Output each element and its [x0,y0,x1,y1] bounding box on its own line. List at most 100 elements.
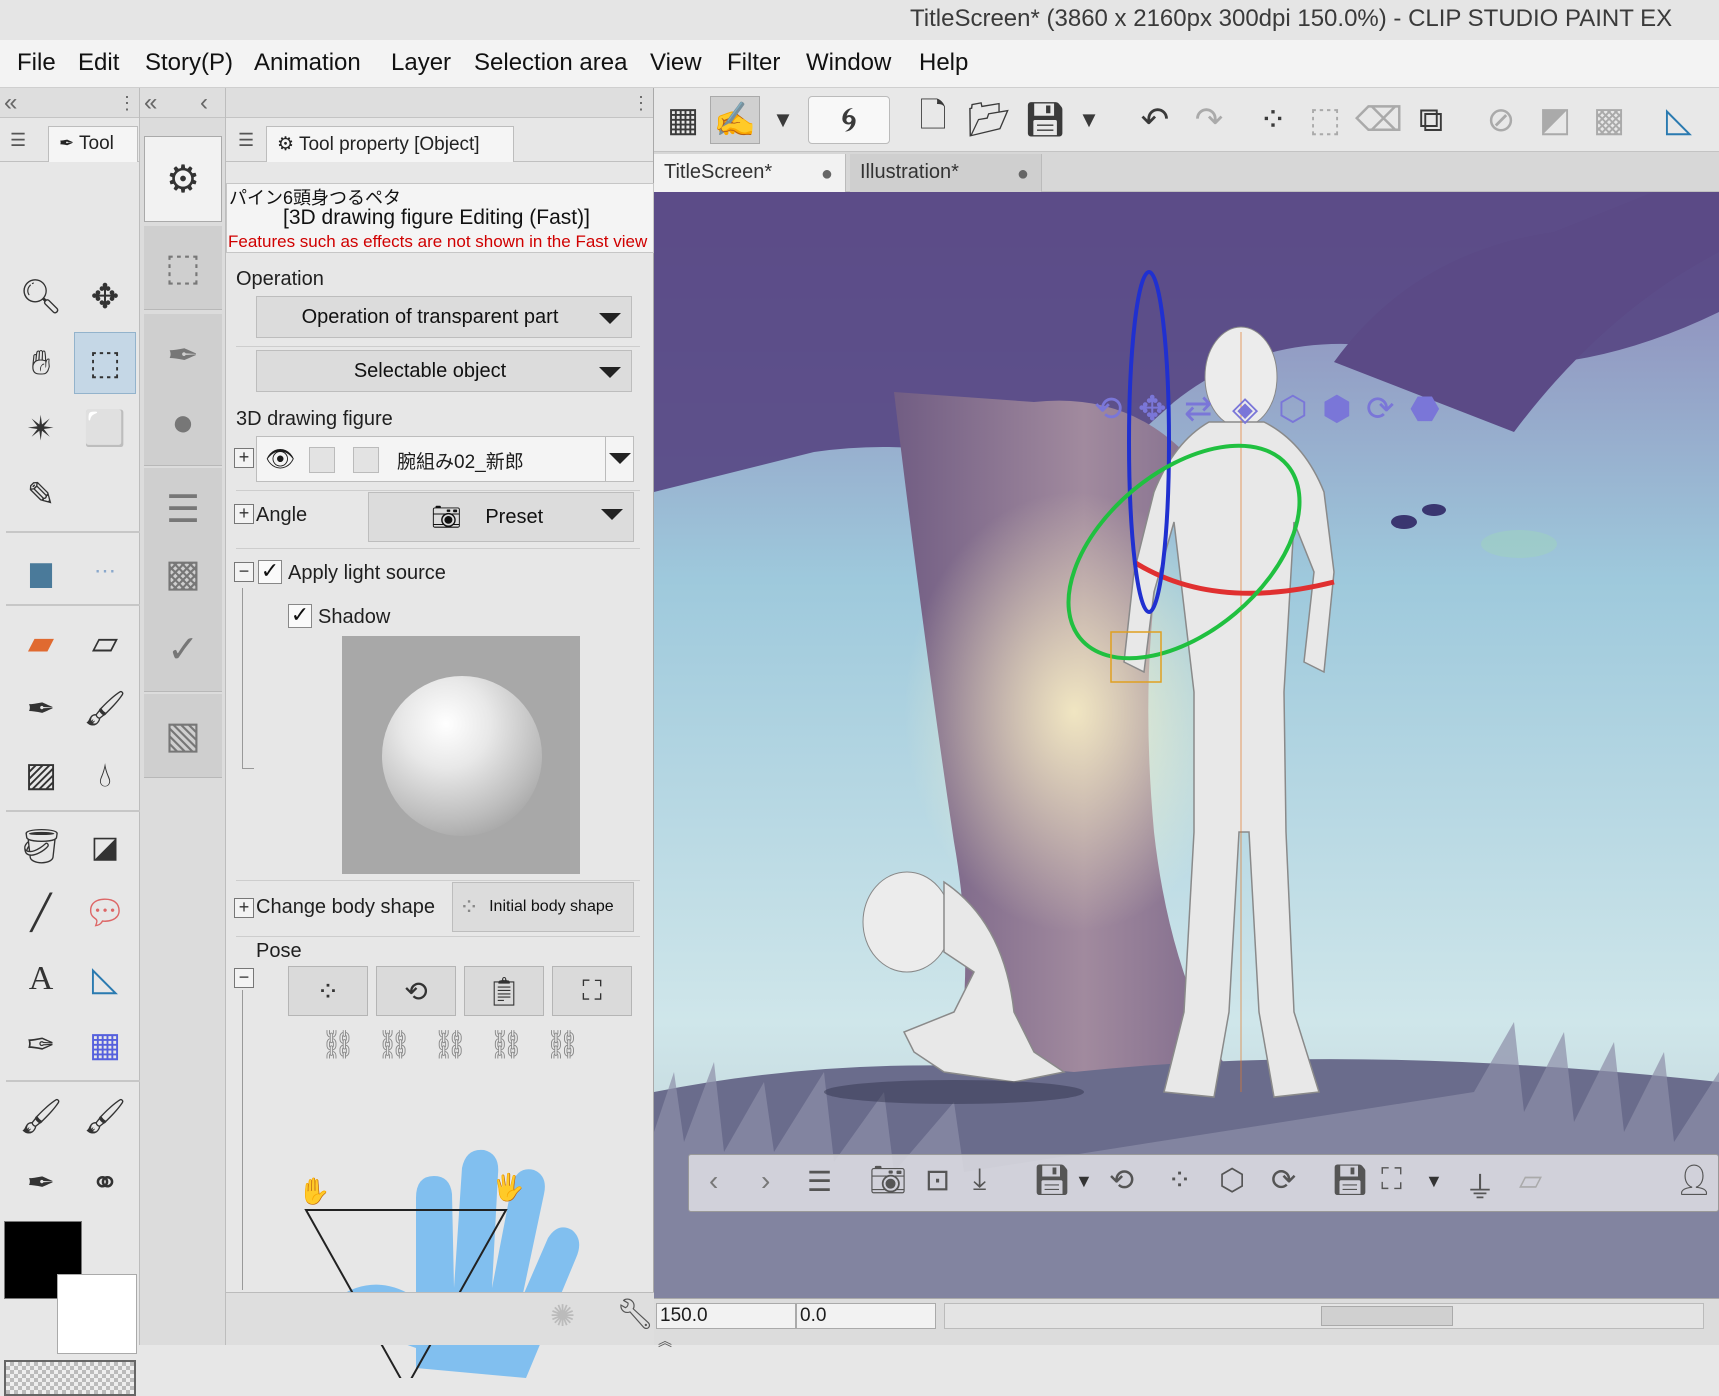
chevron-left-icon[interactable]: ‹ [709,1165,718,1197]
correct-line-tool-icon[interactable]: ✑ [10,1014,72,1076]
menu-file[interactable]: File [17,49,56,77]
transparent-color-swatch[interactable] [4,1360,136,1396]
tab-titlescreen[interactable]: TitleScreen* ● [654,154,846,192]
ground-icon[interactable]: ⤓ [973,1163,986,1197]
spiral-icon[interactable]: 🌀︎ [808,96,890,144]
undo-icon[interactable]: ↶ [1130,96,1180,144]
figure-register-icon[interactable]: ⛶ [1381,1163,1402,1197]
save-figure-icon[interactable]: 💾︎ [1033,1163,1071,1198]
expand-angle-button[interactable]: + [234,504,254,524]
light-direction-preview[interactable] [342,636,580,874]
selectable-object-dropdown[interactable]: Selectable object [256,350,632,392]
shadow-checkbox[interactable]: ✓ [288,604,312,628]
eraser-tool-icon[interactable]: ▰ [10,612,72,674]
redo-icon[interactable]: ↷ [1184,96,1234,144]
link-icon[interactable]: ⛓ [544,1028,580,1068]
flip-icon[interactable]: ⟲ [1109,1163,1134,1198]
menu-selection-area[interactable]: Selection area [474,49,627,77]
spread-hand-icon[interactable]: 🖐 [492,1171,524,1204]
grid-icon[interactable]: ▩ [144,532,222,616]
fit-icon[interactable]: ⊡ [925,1163,950,1198]
operation-dropdown[interactable]: Operation of transparent part [256,296,632,338]
decoration-tool-icon[interactable]: ▨ [10,744,72,806]
link-icon[interactable]: ⛓ [320,1028,356,1068]
hand-tool-icon[interactable]: ✋︎ [10,332,72,394]
clipboard-pose-button[interactable]: 📋︎ [464,966,544,1016]
open-hand-icon[interactable]: ✋ [298,1176,330,1206]
expand-figure-button[interactable]: + [234,448,254,468]
flip-pose-button[interactable]: ⟲ [376,966,456,1016]
close-dot-icon[interactable]: ● [1017,163,1029,186]
ruler-icon[interactable]: ◺ [1654,96,1704,144]
register-figure-icon[interactable]: 💾︎ [1331,1163,1369,1198]
reset-dots-icon[interactable]: ⁘ [1167,1163,1192,1198]
object-list-icon[interactable]: ⬚ [144,226,222,310]
clip-studio-icon[interactable]: ✍ [710,96,760,144]
tab-tool[interactable]: ✒ Tool [48,126,138,162]
collapse-left-icon[interactable]: « [144,89,157,117]
expand-body-shape-button[interactable]: + [234,898,254,918]
register-pose-button[interactable]: ⛶ [552,966,632,1016]
collapse-pose-button[interactable]: − [234,968,254,988]
eraser-icon[interactable]: ⌫ [1354,96,1404,144]
fill-tool-icon[interactable]: 🪣︎ [10,816,72,878]
lock-toggle[interactable] [309,447,335,473]
menu-animation[interactable]: Animation [254,49,361,77]
rotate-icon[interactable]: ⟳ [1271,1163,1296,1198]
blend-mode-icon[interactable]: ⚭ [74,1152,136,1214]
link-icon[interactable]: ⛓ [488,1028,524,1068]
open-folder-icon[interactable]: 📂︎ [964,96,1014,144]
link-icon[interactable]: ⛓ [376,1028,412,1068]
menu-story[interactable]: Story(P) [145,49,233,77]
check-icon[interactable]: ✓ [144,608,222,692]
image-icon[interactable]: ▧ [144,694,222,778]
wrench-icon[interactable]: 🔧︎ [616,1297,654,1332]
scrollbar-thumb[interactable] [1321,1306,1453,1326]
pen-tool-icon[interactable]: ✒ [10,678,72,740]
tab-tool-property[interactable]: ⚙ Tool property [Object] [266,126,514,162]
chevron-right-icon[interactable]: › [761,1165,770,1197]
grid-view-icon[interactable]: ▦ [658,96,708,144]
chevron-up-icon[interactable]: ︽ [658,1331,672,1351]
dots-icon[interactable]: ⁘ [1248,96,1298,144]
color-brush-tool-icon[interactable]: 🖌︎ [10,1086,72,1148]
menu-help[interactable]: Help [919,49,968,77]
collapse-left-icon[interactable]: « [4,89,17,117]
chevron-down-icon[interactable]: ▼ [1425,1171,1443,1192]
list-icon[interactable]: ☰ [807,1165,832,1198]
gradient-tool-icon[interactable]: ◪ [74,816,136,878]
tab-illustration[interactable]: Illustration* ● [850,154,1042,192]
eye-icon[interactable]: 👁︎ [265,445,295,474]
illustration-canvas[interactable]: ⟲ ✥ ⇄ ◈ ⬡ ⬢ ⟳ ⬣ ‹ › ☰ 📷︎ ⊡ ⤓ 💾︎ ▼ ⟲ ⁘ ⬡ ⟳ 💾︎ … [654,192,1719,1298]
menu-edit[interactable]: Edit [78,49,119,77]
eyedropper-tool-icon[interactable]: ✎ [10,464,72,526]
ruler-tool-icon[interactable]: ◺ [74,948,136,1010]
rotation-field[interactable]: 0.0 [796,1303,936,1329]
figure-tool-icon[interactable]: ╱ [10,882,72,944]
panel-menu-icon[interactable]: ☰ [10,130,26,151]
chevron-down-icon[interactable]: ▼ [1064,96,1114,144]
menu-filter[interactable]: Filter [727,49,780,77]
chevron-down-icon[interactable]: ▼ [1075,1171,1093,1192]
selection-tool-icon[interactable]: ⬜ [74,398,136,460]
liquify-tool-icon[interactable]: 🖌︎ [74,1086,136,1148]
auto-select-tool-icon[interactable]: ✴ [10,398,72,460]
figure-selector[interactable]: 👁︎ 腕組み02_新郎 [256,436,634,482]
panel-menu-icon[interactable]: ☰ [238,130,254,151]
selection-clear-icon[interactable]: ⬚ [1300,96,1350,144]
zoom-tool-icon[interactable]: 🔍︎ [10,266,72,328]
figure-dropdown-toggle[interactable] [605,437,635,481]
blend-tool-icon[interactable]: 💧︎ [74,744,136,806]
crop-icon[interactable]: ⊘ [1476,96,1526,144]
grid-toggle-icon[interactable]: ▩ [1584,96,1634,144]
object-settings-icon[interactable]: ⚙ [144,136,222,222]
user-icon[interactable]: 👤︎ [1675,1163,1713,1198]
layer-toggle[interactable] [353,447,379,473]
chevron-down-icon[interactable]: ▼ [758,96,808,144]
menu-view[interactable]: View [650,49,702,77]
object-tool-icon[interactable]: ⬚ [74,332,136,394]
reset-pose-button[interactable]: ⁘ [288,966,368,1016]
move-tool-icon[interactable]: ✥ [74,266,136,328]
collapse-light-button[interactable]: − [234,562,254,582]
save-icon[interactable]: 💾︎ [1020,96,1070,144]
